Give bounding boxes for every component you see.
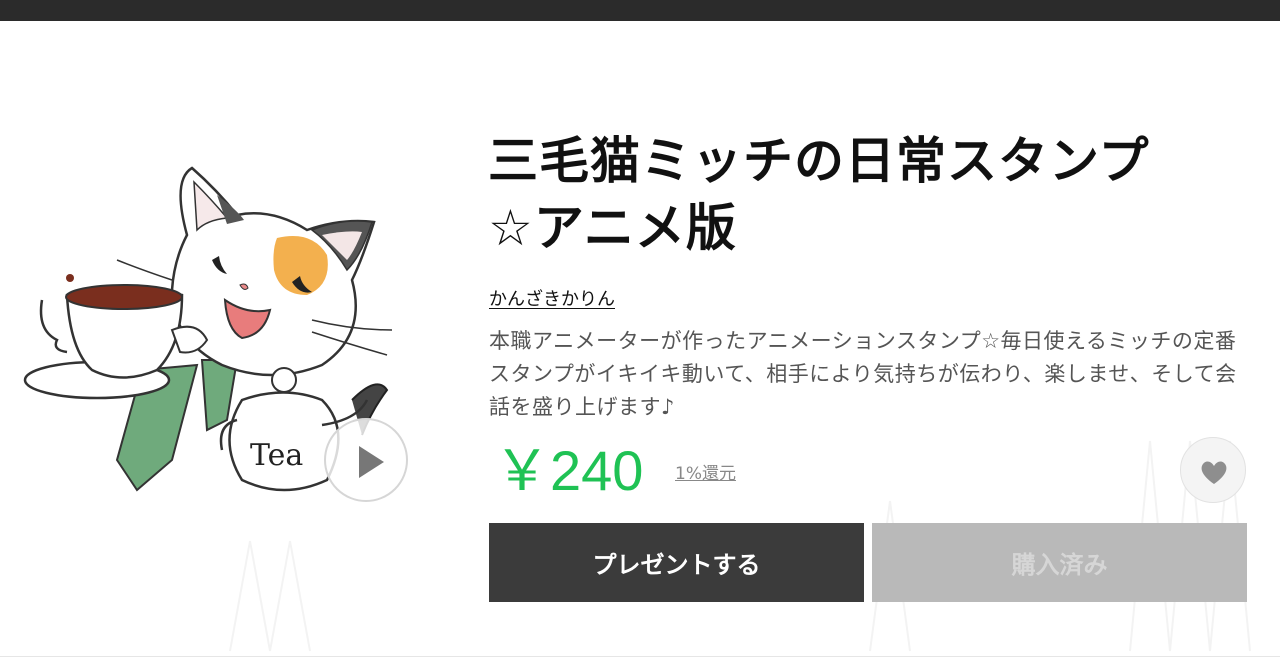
- cashback-link[interactable]: 1%還元: [675, 459, 736, 484]
- top-bar: [0, 0, 1280, 21]
- product-title-line1: 三毛猫ミッチの日常スタンプ: [488, 132, 1150, 190]
- purchased-button: 購入済み: [872, 523, 1247, 602]
- sticker-tea-text: Tea: [250, 438, 303, 473]
- present-button[interactable]: プレゼントする: [489, 523, 864, 602]
- play-animation-button[interactable]: [324, 418, 408, 502]
- author-link[interactable]: かんざきかりん: [489, 285, 615, 311]
- price: ￥240: [494, 439, 644, 502]
- heart-icon: [1201, 461, 1227, 484]
- favorite-button[interactable]: [1180, 437, 1246, 503]
- bottom-divider: [0, 656, 1280, 657]
- product-title: 三毛猫ミッチの日常スタンプ ☆アニメ版: [488, 128, 1248, 262]
- play-icon: [359, 446, 384, 478]
- product-title-line2: ☆アニメ版: [488, 199, 737, 257]
- product-description: 本職アニメーターが作ったアニメーションスタンプ☆毎日使えるミッチの定番スタンプが…: [489, 329, 1237, 419]
